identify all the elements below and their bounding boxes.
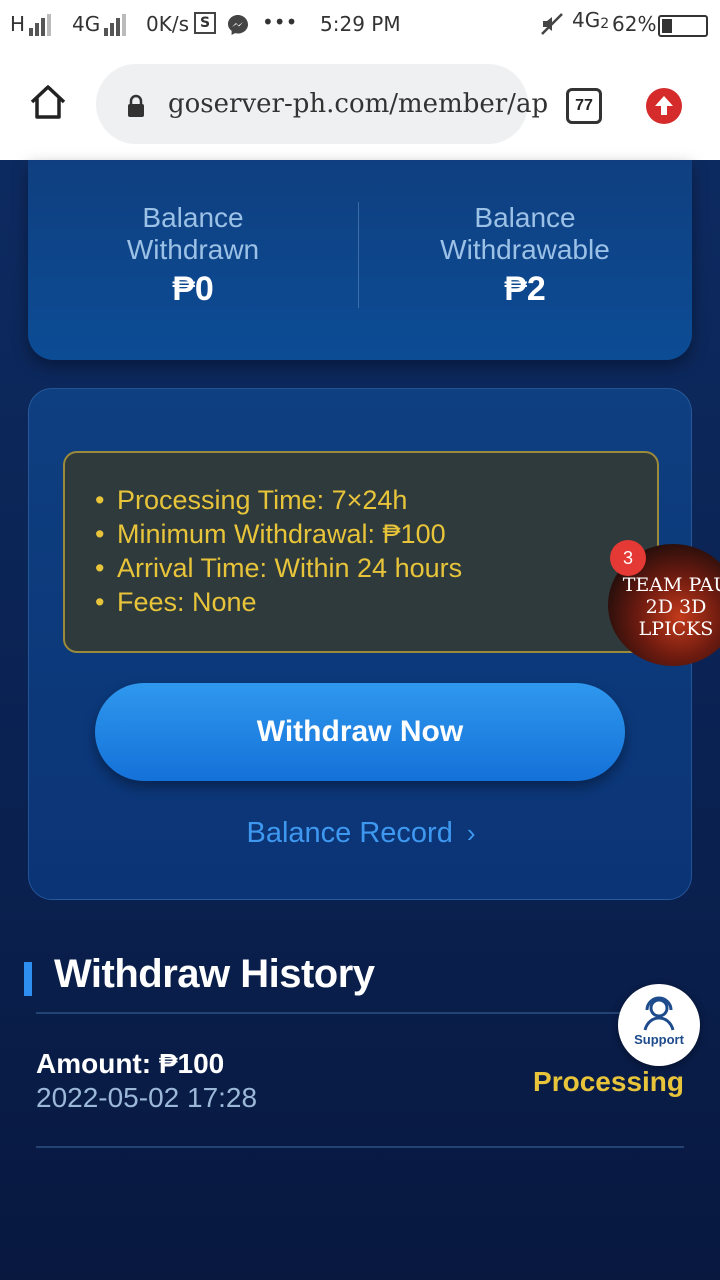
url-text: goserver-ph.com/member/ap xyxy=(168,89,549,119)
network-4g-label: 4G xyxy=(572,8,601,32)
info-line: • Arrival Time: Within 24 hours xyxy=(95,553,463,583)
info-text: Arrival Time: Within 24 hours xyxy=(117,553,463,583)
signal-group-1: H xyxy=(10,12,52,36)
promo-line: 2D 3D xyxy=(645,596,707,618)
balance-value: ₱2 xyxy=(504,270,546,308)
info-line: • Minimum Withdrawal: ₱100 xyxy=(95,519,446,549)
info-line: • Processing Time: 7×24h xyxy=(95,485,408,515)
lock-icon xyxy=(126,94,146,123)
address-bar[interactable]: goserver-ph.com/member/ap xyxy=(96,64,548,144)
chevron-right-icon: › xyxy=(466,818,476,848)
headset-icon xyxy=(640,992,678,1037)
balance-value: ₱0 xyxy=(172,270,214,308)
data-speed-label: 0K/s xyxy=(146,12,189,36)
more-notifications-icon: ••• xyxy=(262,10,297,34)
tabs-count-button[interactable]: 77 xyxy=(566,88,602,124)
balance-label-line2: Withdrawable xyxy=(440,234,610,265)
balance-divider xyxy=(358,202,359,308)
support-button[interactable]: Support xyxy=(618,984,700,1066)
info-text: Fees: None xyxy=(117,587,257,617)
balance-label-line1: Balance xyxy=(142,202,244,233)
signal-group-2: 4G xyxy=(72,12,127,36)
battery-percent: 62% xyxy=(612,12,656,36)
support-label: Support xyxy=(634,1032,684,1047)
balance-label-line2: Withdrawn xyxy=(126,234,260,265)
info-line: • Fees: None xyxy=(95,587,257,617)
clock-label: 5:29 PM xyxy=(320,12,401,36)
promo-line: TEAM PAU xyxy=(622,574,720,596)
section-accent-bar xyxy=(24,962,32,996)
promo-line: LPICKS xyxy=(638,618,714,640)
s-app-icon: S xyxy=(194,12,216,34)
s-app-icon-label: S xyxy=(194,12,216,34)
more-label: ••• xyxy=(262,10,298,34)
balance-record-link[interactable]: Balance Record › xyxy=(29,817,693,850)
battery-icon xyxy=(658,15,708,37)
history-status: Processing xyxy=(533,1066,684,1097)
info-text: Processing Time: 7×24h xyxy=(117,485,408,515)
signal-bars-icon xyxy=(29,14,52,36)
signal-bars-icon-2 xyxy=(104,14,127,36)
messenger-icon xyxy=(226,13,250,37)
history-amount: Amount: ₱100 xyxy=(36,1048,225,1079)
divider xyxy=(36,1146,684,1148)
page-content: Balance Withdrawn ₱0 Balance Withdrawabl… xyxy=(0,160,720,1280)
promo-text: TEAM PAU 2D 3D LPICKS xyxy=(616,574,720,640)
status-bar: H 4G 0K/s S ••• 5:29 PM 4G 2 62% xyxy=(0,0,720,52)
clock: 5:29 PM xyxy=(320,12,401,36)
balance-card: Balance Withdrawn ₱0 Balance Withdrawabl… xyxy=(28,160,692,360)
home-icon[interactable] xyxy=(28,82,68,122)
mute-icon xyxy=(540,12,564,36)
withdraw-history-title: Withdraw History xyxy=(54,952,375,996)
history-date: 2022-05-02 17:28 xyxy=(36,1082,258,1113)
info-text: Minimum Withdrawal: ₱100 xyxy=(117,519,446,549)
network-4g-icon: 4G 2 xyxy=(572,8,609,32)
browser-toolbar: goserver-ph.com/member/ap 77 xyxy=(0,52,720,160)
balance-record-label: Balance Record xyxy=(246,817,453,849)
data-speed: 0K/s xyxy=(146,12,189,36)
withdraw-now-button[interactable]: Withdraw Now xyxy=(95,683,625,781)
network-type-label: H xyxy=(10,12,26,36)
network-4g-sub: 2 xyxy=(600,16,610,32)
battery-percent-label: 62% xyxy=(612,12,657,36)
update-icon[interactable] xyxy=(646,88,682,124)
balance-label-line1: Balance xyxy=(474,202,576,233)
balance-withdrawn: Balance Withdrawn ₱0 xyxy=(28,202,358,309)
promo-badge: 3 xyxy=(610,540,646,576)
divider xyxy=(36,1012,684,1014)
network-type-label-2: 4G xyxy=(72,12,101,36)
withdraw-card: • Processing Time: 7×24h • Minimum Withdra… xyxy=(28,388,692,900)
balance-withdrawable: Balance Withdrawable ₱2 xyxy=(360,202,690,309)
withdraw-info-box: • Processing Time: 7×24h • Minimum Withdra… xyxy=(63,451,659,653)
